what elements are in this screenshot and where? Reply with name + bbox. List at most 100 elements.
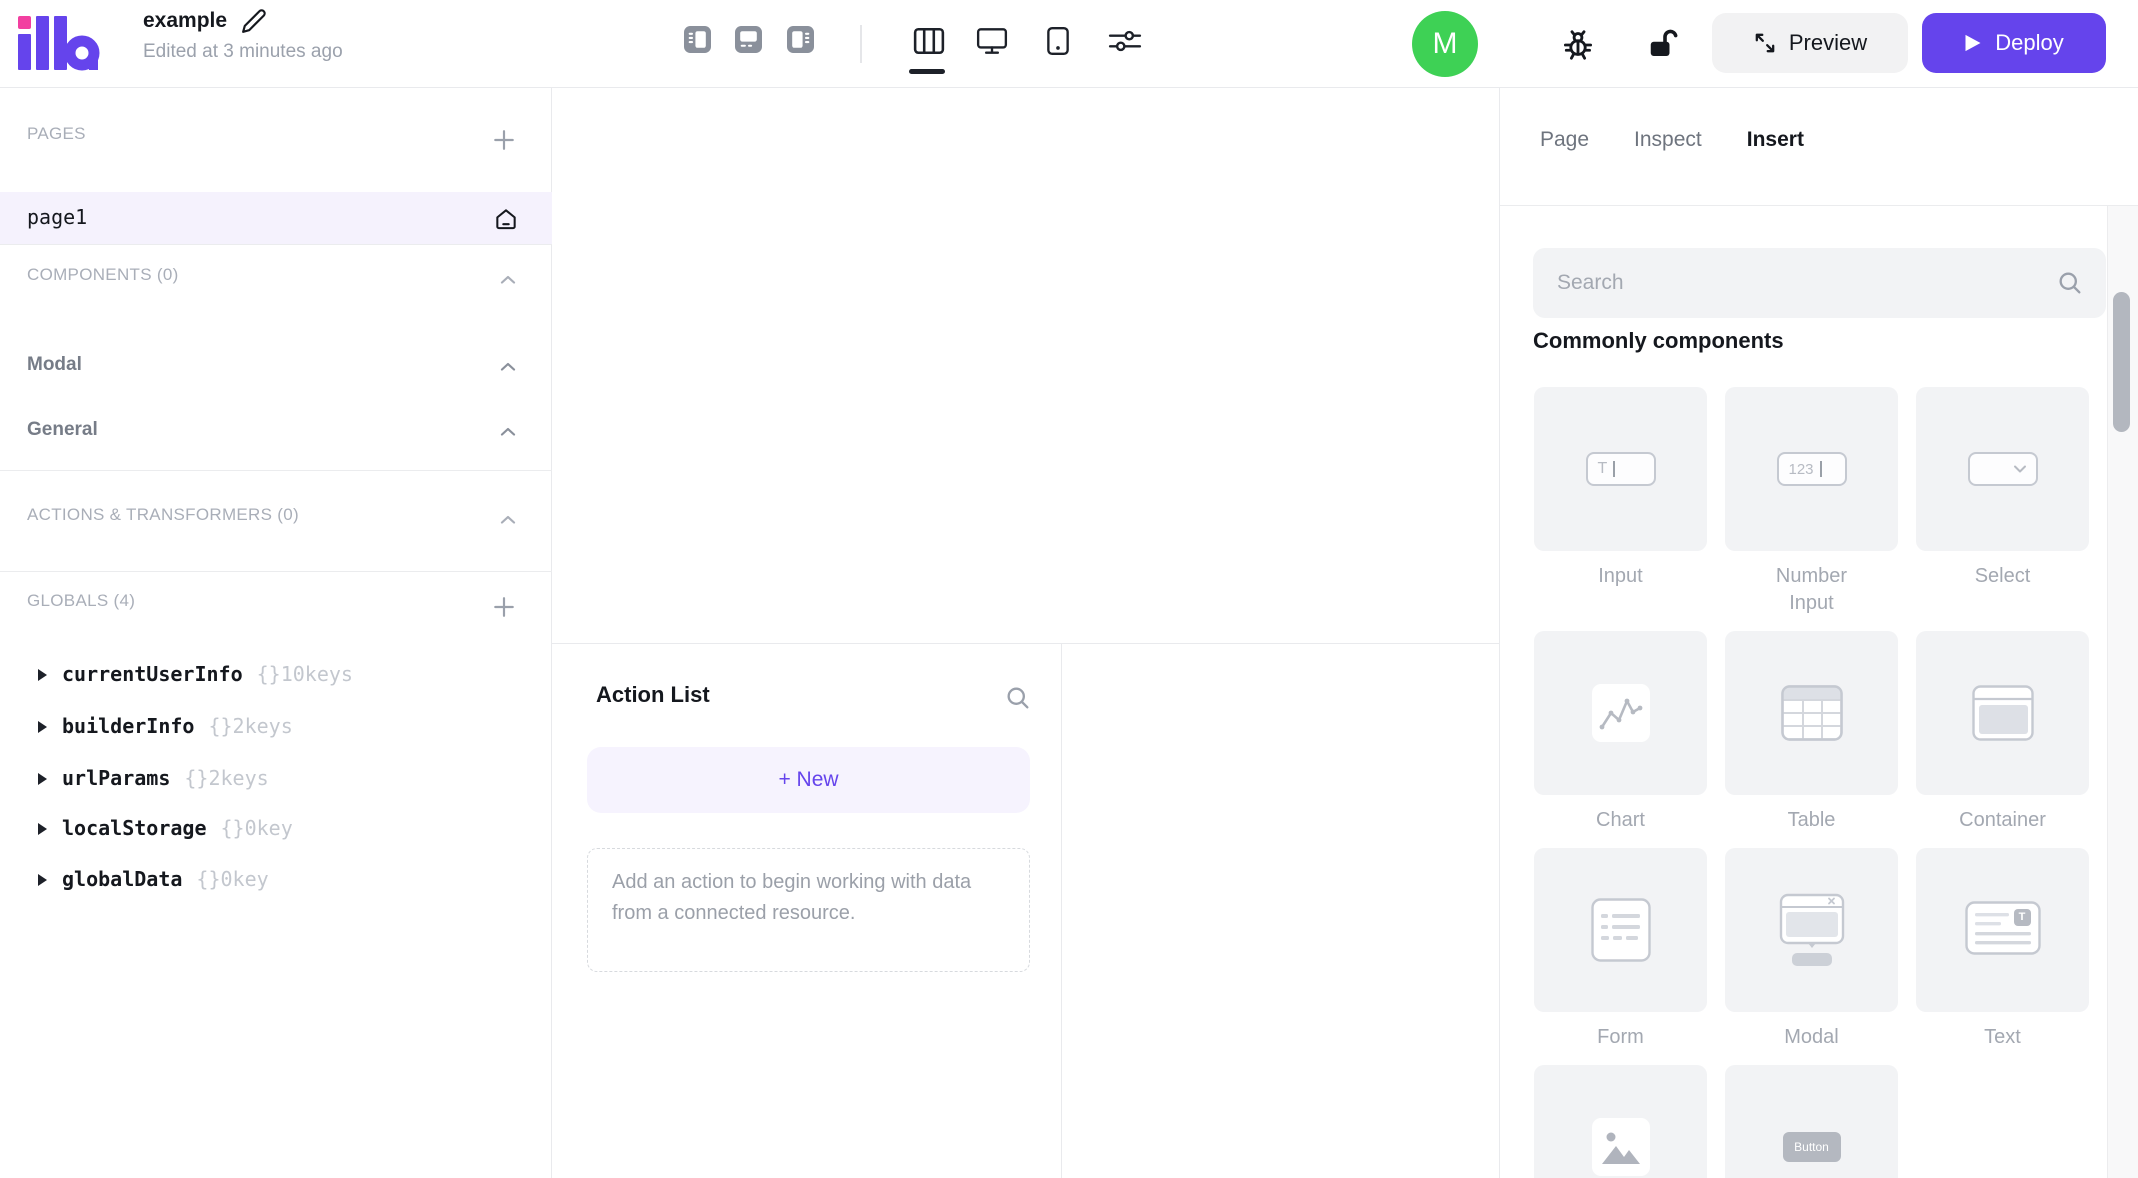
component-card-input[interactable]: T Input — [1534, 387, 1707, 617]
component-thumb[interactable]: 123 — [1725, 387, 1898, 551]
add-global-button[interactable] — [492, 595, 516, 619]
component-card-text[interactable]: T Text — [1916, 848, 2089, 1051]
expand-arrow-icon[interactable] — [38, 823, 47, 835]
play-icon — [1965, 34, 1981, 52]
image-icon — [1591, 1118, 1650, 1176]
right-panel-scrollbar-thumb[interactable] — [2113, 292, 2130, 432]
toggle-right-panel-button[interactable] — [787, 26, 814, 53]
component-label: Select — [1974, 565, 2031, 587]
tab-inspect[interactable]: Inspect — [1634, 128, 1702, 152]
global-item-localStorage[interactable]: localStorage {}0key — [0, 810, 552, 852]
component-thumb[interactable] — [1534, 848, 1707, 1012]
global-item-urlParams[interactable]: urlParams {}2keys — [0, 760, 552, 802]
right-panel-scrollbar-track[interactable] — [2107, 206, 2138, 1178]
right-panel-icon — [787, 26, 814, 53]
avatar-initial: M — [1432, 27, 1458, 60]
component-card-button[interactable]: Button — [1725, 1065, 1898, 1178]
deploy-label: Deploy — [1995, 30, 2064, 55]
viewport-fluid-button[interactable] — [913, 26, 945, 56]
add-page-button[interactable] — [492, 128, 516, 152]
action-empty-hint: Add an action to begin working with data… — [587, 848, 1030, 972]
global-meta: {}2keys — [208, 714, 293, 738]
action-list-title: Action List — [596, 682, 710, 707]
component-thumb[interactable] — [1725, 848, 1898, 1012]
component-card-image[interactable] — [1534, 1065, 1707, 1178]
global-name: urlParams — [62, 766, 171, 790]
top-bar: example Edited at 3 minutes ago M Previe… — [0, 0, 2138, 88]
chevron-down-icon — [2013, 465, 2026, 473]
component-search-input[interactable] — [1557, 248, 2037, 318]
debug-button[interactable] — [1560, 27, 1596, 63]
illa-logo[interactable] — [16, 14, 100, 77]
collapse-components-button[interactable] — [497, 269, 519, 291]
toggle-left-panel-button[interactable] — [684, 26, 711, 53]
components-section-title: Commonly components — [1533, 328, 1784, 353]
pages-section-header: PAGES — [27, 124, 86, 143]
tab-insert[interactable]: Insert — [1747, 128, 1804, 152]
monitor-icon — [976, 28, 1008, 54]
expand-arrow-icon[interactable] — [38, 721, 47, 733]
component-thumb[interactable] — [1725, 631, 1898, 795]
new-action-button[interactable]: + New — [587, 747, 1030, 813]
expand-arrow-icon[interactable] — [38, 874, 47, 886]
illa-builder-window: example Edited at 3 minutes ago M Previe… — [0, 0, 2138, 1178]
search-icon — [1007, 687, 1029, 709]
viewport-tablet-button[interactable] — [1045, 26, 1071, 56]
form-icon — [1590, 898, 1651, 962]
sidebar-divider — [0, 571, 552, 572]
editor-canvas[interactable] — [552, 88, 1499, 644]
app-title-block: example Edited at 3 minutes ago — [143, 8, 343, 63]
component-thumb[interactable]: T — [1534, 387, 1707, 551]
viewport-desktop-button[interactable] — [976, 26, 1008, 56]
component-card-number-input[interactable]: 123 Number Input — [1725, 387, 1898, 617]
toolbar-divider — [860, 25, 862, 63]
global-item-builderInfo[interactable]: builderInfo {}2keys — [0, 708, 552, 750]
collapse-general-group-button[interactable] — [497, 421, 519, 443]
global-item-globalData[interactable]: globalData {}0key — [0, 861, 552, 903]
tab-page[interactable]: Page — [1540, 128, 1589, 152]
collapse-modal-group-button[interactable] — [497, 356, 519, 378]
panel-border — [1500, 205, 2138, 206]
component-thumb[interactable] — [1534, 631, 1707, 795]
global-item-currentUserInfo[interactable]: currentUserInfo {}10keys — [0, 656, 552, 698]
component-thumb[interactable]: T — [1916, 848, 2089, 1012]
toggle-bottom-panel-button[interactable] — [735, 26, 762, 53]
global-name: localStorage — [62, 816, 207, 840]
component-card-table[interactable]: Table — [1725, 631, 1898, 834]
component-search-box — [1533, 248, 2106, 318]
component-thumb[interactable] — [1916, 387, 2089, 551]
preview-button[interactable]: Preview — [1712, 13, 1908, 73]
action-search-button[interactable] — [1004, 684, 1032, 712]
component-thumb[interactable] — [1534, 1065, 1707, 1178]
deploy-button[interactable]: Deploy — [1922, 13, 2106, 73]
globals-section-header: GLOBALS (4) — [27, 591, 136, 610]
component-card-container[interactable]: Container — [1916, 631, 2089, 834]
component-card-chart[interactable]: Chart — [1534, 631, 1707, 834]
component-group-modal[interactable]: Modal — [27, 354, 82, 376]
component-label: Text — [1984, 1026, 2021, 1048]
component-thumb[interactable]: Button — [1725, 1065, 1898, 1178]
expand-arrow-icon[interactable] — [38, 669, 47, 681]
chevron-up-icon — [500, 362, 516, 371]
component-card-modal[interactable]: Modal — [1725, 848, 1898, 1051]
edit-title-pencil-icon[interactable] — [241, 8, 267, 34]
component-group-general[interactable]: General — [27, 419, 98, 441]
component-label: Table — [1787, 809, 1836, 831]
columns-icon — [913, 27, 945, 55]
page-item-page1[interactable]: page1 — [0, 192, 552, 244]
canvas-settings-button[interactable] — [1108, 28, 1142, 54]
expand-arrow-icon[interactable] — [38, 773, 47, 785]
sidebar-divider — [0, 470, 552, 471]
component-label: Number Input — [1775, 565, 1848, 614]
avatar[interactable]: M — [1412, 11, 1478, 77]
component-card-form[interactable]: Form — [1534, 848, 1707, 1051]
text-icon: T — [1964, 900, 2041, 960]
plus-icon — [494, 130, 514, 150]
component-thumb[interactable] — [1916, 631, 2089, 795]
collapse-actions-button[interactable] — [497, 509, 519, 531]
component-card-select[interactable]: Select — [1916, 387, 2089, 617]
global-name: globalData — [62, 867, 183, 891]
sidebar-divider — [0, 244, 552, 245]
lock-button[interactable] — [1644, 26, 1680, 62]
bug-icon — [1563, 30, 1593, 60]
